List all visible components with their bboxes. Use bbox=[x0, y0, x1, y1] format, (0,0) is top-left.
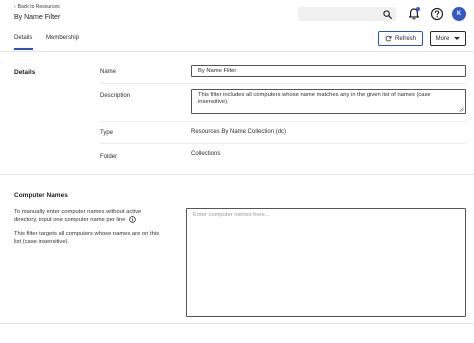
caret-down-icon bbox=[454, 37, 461, 40]
type-label: Type bbox=[100, 130, 114, 136]
manual-entry-help: To manually enter computer names without… bbox=[14, 208, 164, 224]
description-label: Description bbox=[100, 93, 131, 99]
computer-names-section-title: Computer Names bbox=[14, 192, 68, 199]
chevron-left-icon: ‹ bbox=[14, 4, 16, 10]
row-divider bbox=[100, 83, 466, 84]
refresh-label: Refresh bbox=[394, 35, 416, 42]
computer-names-input[interactable]: Enter computer names here... bbox=[186, 208, 466, 317]
more-dropdown-button[interactable]: More bbox=[430, 31, 466, 46]
folder-value: Collections bbox=[191, 151, 221, 157]
description-field[interactable]: This filter includes all computers whose… bbox=[191, 89, 466, 114]
refresh-icon bbox=[385, 35, 392, 42]
manual-entry-help-text: To manually enter computer names without… bbox=[14, 209, 142, 224]
user-avatar[interactable]: K bbox=[452, 7, 466, 21]
active-tab-indicator bbox=[14, 48, 33, 50]
row-divider bbox=[100, 121, 466, 122]
section-divider bbox=[0, 174, 474, 175]
info-icon[interactable] bbox=[129, 216, 136, 223]
help-icon bbox=[430, 7, 444, 21]
back-link-label: Back to Resources bbox=[17, 4, 60, 10]
help-button[interactable] bbox=[430, 7, 444, 21]
bottom-divider bbox=[0, 323, 474, 324]
type-value: Resources By Name Collection (dc) bbox=[191, 129, 287, 135]
refresh-button[interactable]: Refresh bbox=[378, 31, 423, 46]
name-field[interactable]: By Name Filter bbox=[191, 65, 466, 77]
more-label: More bbox=[435, 35, 450, 42]
description-text: This filter includes all computers whose… bbox=[198, 92, 431, 105]
notification-dot bbox=[416, 7, 420, 11]
computer-names-placeholder: Enter computer names here... bbox=[193, 212, 270, 218]
tab-details[interactable]: Details bbox=[14, 35, 32, 41]
tabs-divider bbox=[0, 51, 474, 52]
details-section-title: Details bbox=[14, 69, 36, 76]
global-search-input[interactable] bbox=[298, 7, 396, 21]
notifications-button[interactable] bbox=[407, 7, 421, 21]
name-label: Name bbox=[100, 69, 117, 75]
row-divider bbox=[100, 143, 466, 144]
tab-membership[interactable]: Membership bbox=[46, 35, 79, 41]
search-icon[interactable] bbox=[383, 9, 392, 19]
resize-handle-icon[interactable] bbox=[459, 107, 464, 112]
filter-targets-help: This filter targets all computers whose … bbox=[14, 231, 159, 245]
back-to-resources-link[interactable]: ‹ Back to Resources bbox=[14, 4, 60, 10]
folder-label: Folder bbox=[100, 154, 118, 160]
page-title: By Name Filter bbox=[14, 14, 61, 21]
